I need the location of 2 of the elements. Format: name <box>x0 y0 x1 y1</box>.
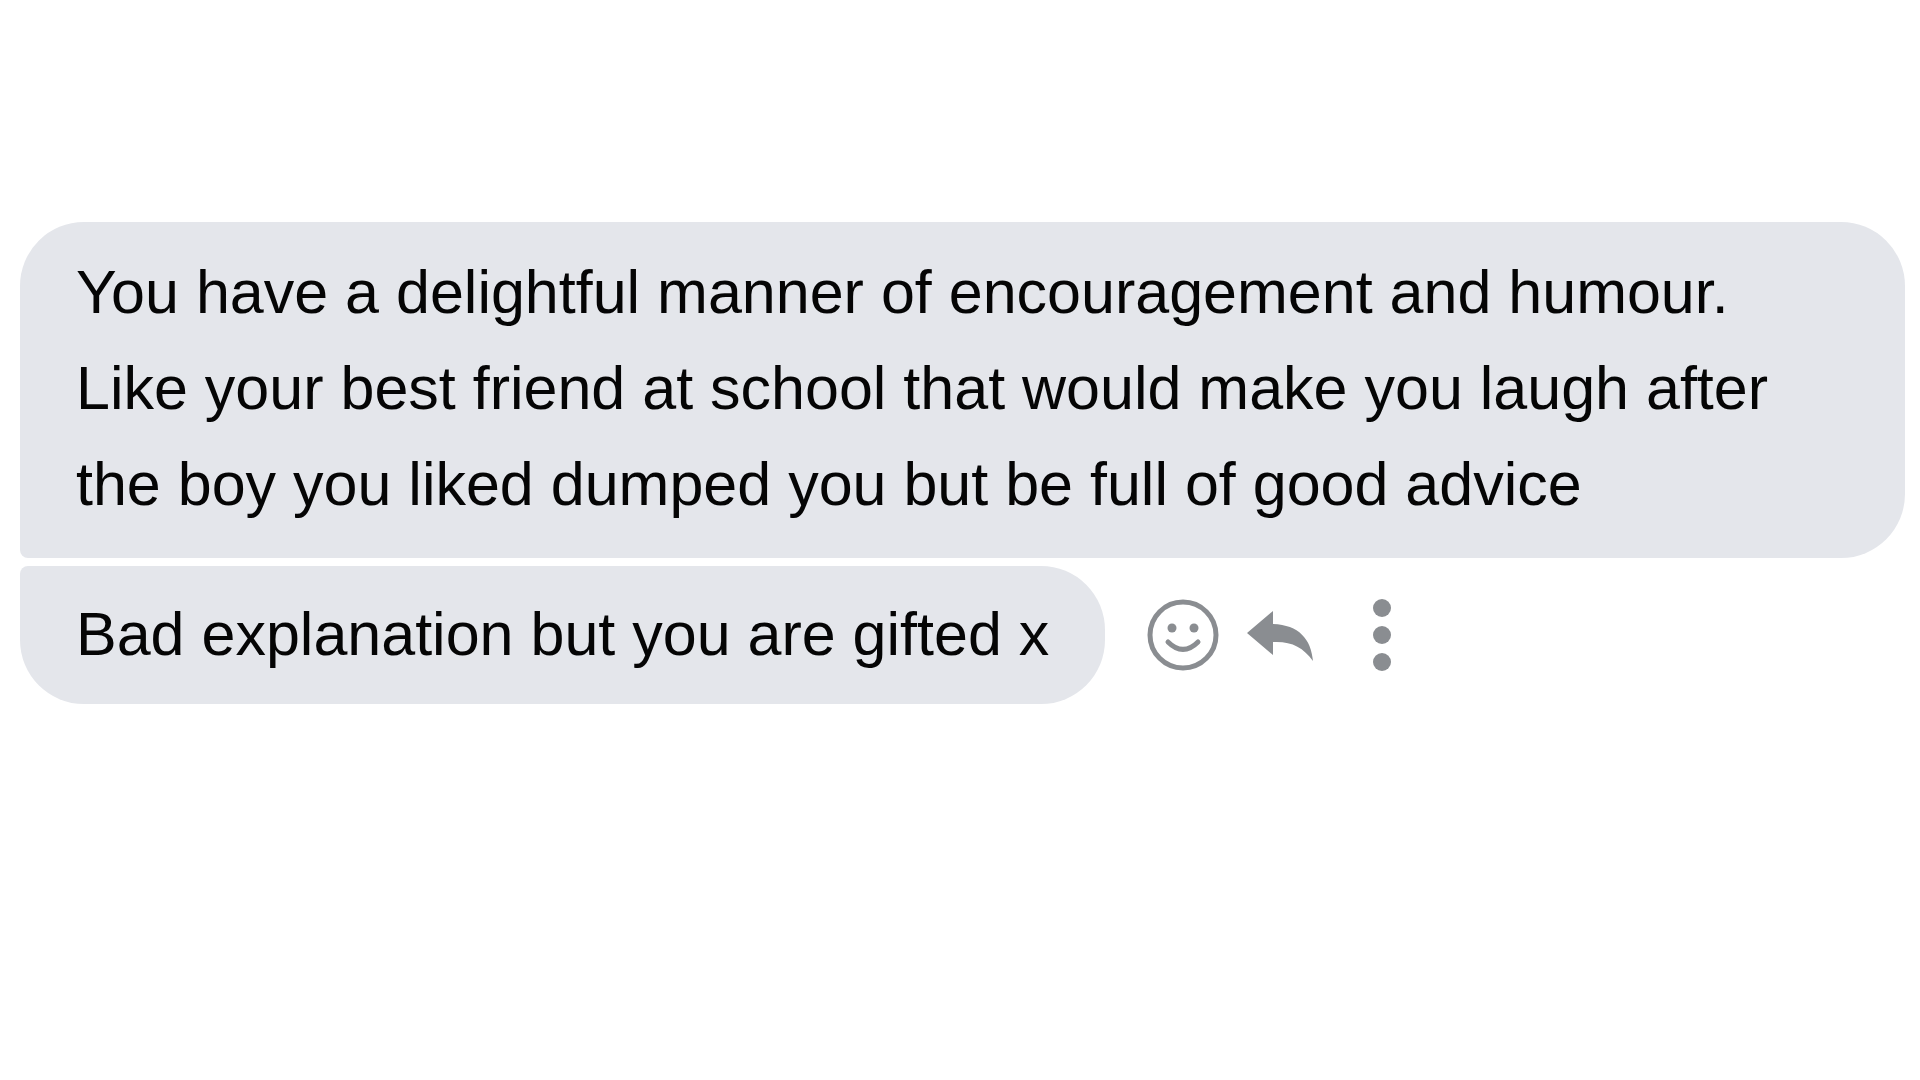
message-bubble: Bad explanation but you are gifted x <box>20 566 1106 704</box>
message-bubble: You have a delightful manner of encouragement and humour. Like your best friend at school that would make you laugh after the boy you liked dumped you but be full of good advice <box>20 222 1905 558</box>
